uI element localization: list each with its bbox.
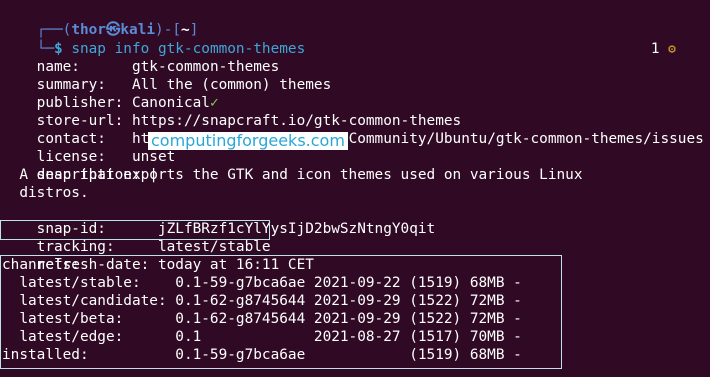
- description-line-2: distros.: [2, 185, 89, 201]
- field-store-url: store-url: https://snapcraft.io/gtk-comm…: [2, 94, 462, 129]
- field-refresh-date: refresh-date: today at 16:11 CET: [2, 238, 314, 273]
- description-line-1: A snap that exports the GTK and icon the…: [2, 167, 583, 183]
- prompt-line-2: └─$ snap info gtk-common-themes: [2, 22, 306, 57]
- jobs-status: 1 ⚙: [616, 22, 676, 77]
- field-channels: channels:: [2, 257, 80, 273]
- terminal-window[interactable]: ┌──(thor㉿kali)-[~] └─$ snap info gtk-com…: [0, 0, 710, 377]
- field-snap-id: snap-id: jZLfBRzf1cYlYysIjD2bwSzNtngY0qi…: [2, 202, 436, 237]
- jobs-count: 1: [650, 41, 660, 57]
- field-publisher: publisher: Canonical✓: [2, 76, 219, 111]
- field-contact: contact: https://gitlab.gnome.org/Commun…: [2, 112, 704, 147]
- channel-row: latest/edge: 0.1 2021-08-27 (1517) 70MB …: [2, 329, 522, 345]
- field-name: name: gtk-common-themes: [2, 40, 280, 75]
- field-description: description: |: [2, 148, 158, 183]
- field-value: today at 16:11 CET: [157, 257, 314, 273]
- field-summary: summary: All the (common) themes: [2, 58, 332, 93]
- channel-row: latest/candidate: 0.1-62-g8745644 2021-0…: [2, 293, 522, 309]
- field-tracking: tracking: latest/stable: [2, 220, 271, 255]
- channel-row: latest/beta: 0.1-62-g8745644 2021-09-29 …: [2, 311, 522, 327]
- prompt-line-1: ┌──(thor㉿kali)-[~]: [2, 3, 199, 38]
- installed-row: installed: 0.1-59-g7bca6ae (1519) 68MB -: [2, 347, 522, 363]
- channel-row: latest/stable: 0.1-59-g7bca6ae 2021-09-2…: [2, 275, 522, 291]
- watermark: computingforgeeks.com: [148, 132, 348, 150]
- gear-icon: ⚙: [668, 42, 676, 57]
